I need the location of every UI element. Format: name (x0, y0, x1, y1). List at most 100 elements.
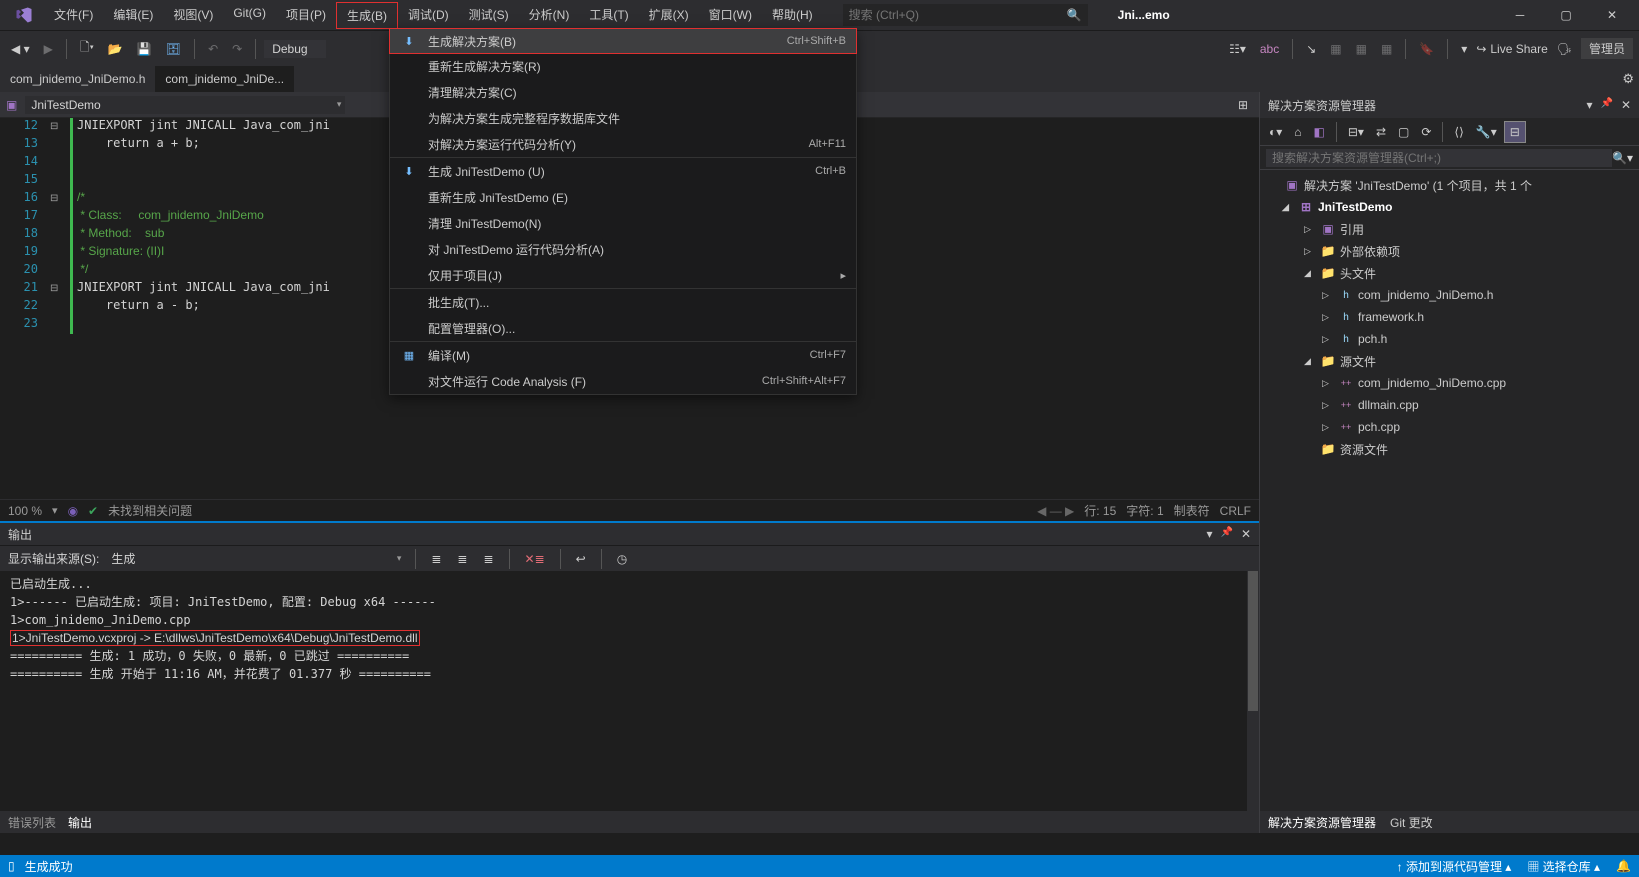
tb-icon-a[interactable]: ☷▾ (1224, 39, 1251, 59)
tb-icon-c[interactable]: ↘ (1301, 39, 1321, 59)
menu-item[interactable]: 为解决方案生成完整程序数据库文件 (390, 105, 856, 131)
side-close-icon[interactable]: ✕ (1621, 98, 1631, 112)
output-tb3[interactable]: ≣ (478, 549, 498, 569)
se-home-icon[interactable]: ⌂ (1289, 122, 1306, 142)
tree-node[interactable]: ▷hframework.h (1260, 306, 1639, 328)
solution-config[interactable]: Debug (264, 40, 325, 58)
menu-item[interactable]: ▦编译(M)Ctrl+F7 (390, 342, 856, 368)
errorlist-tab[interactable]: 错误列表 (8, 814, 56, 831)
se-wrench-icon[interactable]: 🔧▾ (1471, 122, 1502, 142)
new-icon[interactable]: 🗋▾ (75, 35, 99, 62)
split-icon[interactable]: ⊞ (1233, 95, 1253, 115)
menu-item[interactable]: 批生成(T)... (390, 289, 856, 315)
solution-tree[interactable]: ▣解决方案 'JniTestDemo' (1 个项目，共 1 个 ◢⊞JniTe… (1260, 170, 1639, 811)
menu-0[interactable]: 文件(F) (44, 2, 103, 29)
search-input[interactable] (849, 8, 1067, 22)
project-node[interactable]: ◢⊞JniTestDemo (1260, 196, 1639, 218)
clear-icon[interactable]: ✕≣ (520, 549, 550, 569)
tab-cpp[interactable]: com_jnidemo_JniDe... (155, 66, 294, 92)
tree-node[interactable]: ▷▣引用 (1260, 218, 1639, 240)
solution-root[interactable]: ▣解决方案 'JniTestDemo' (1 个项目，共 1 个 (1260, 174, 1639, 196)
menu-item[interactable]: 重新生成 JniTestDemo (E) (390, 184, 856, 210)
undo-icon[interactable]: ↶ (203, 39, 223, 59)
tab-settings-icon[interactable]: ⚙ (1617, 68, 1639, 90)
nav-fwd-icon[interactable]: ▶ (39, 39, 58, 59)
menu-item[interactable]: 配置管理器(O)... (390, 315, 856, 341)
git-tab[interactable]: Git 更改 (1390, 814, 1433, 831)
menu-item[interactable]: 重新生成解决方案(R) (390, 53, 856, 79)
scope-combo[interactable]: JniTestDemo (25, 96, 345, 114)
side-search-input[interactable] (1266, 149, 1612, 167)
menu-item[interactable]: 清理 JniTestDemo(N) (390, 210, 856, 236)
menu-3[interactable]: Git(G) (223, 2, 276, 29)
tree-node[interactable]: ▷++pch.cpp (1260, 416, 1639, 438)
feedback-icon[interactable]: 🗣 (1552, 39, 1577, 59)
se-tab[interactable]: 解决方案资源管理器 (1268, 814, 1376, 831)
nav-back-icon[interactable]: ◀ ▾ (6, 39, 35, 59)
tree-node[interactable]: ▷📁外部依赖项 (1260, 240, 1639, 262)
tree-node[interactable]: ▷hcom_jnidemo_JniDemo.h (1260, 284, 1639, 306)
side-menu-icon[interactable]: ▾ (1586, 98, 1592, 112)
menu-12[interactable]: 帮助(H) (762, 2, 823, 29)
menu-item[interactable]: ⬇生成 JniTestDemo (U)Ctrl+B (390, 158, 856, 184)
output-tab[interactable]: 输出 (68, 814, 92, 831)
zoom-label[interactable]: 100 % (8, 504, 42, 518)
output-tb2[interactable]: ≣ (452, 549, 472, 569)
tree-node[interactable]: 📁资源文件 (1260, 438, 1639, 460)
clock-icon[interactable]: ◷ (612, 549, 632, 569)
menu-11[interactable]: 窗口(W) (699, 2, 762, 29)
tree-node[interactable]: ▷++com_jnidemo_JniDemo.cpp (1260, 372, 1639, 394)
menu-item[interactable]: 清理解决方案(C) (390, 79, 856, 105)
pin-icon[interactable]: 📌 (1220, 527, 1232, 541)
minimize-button[interactable]: ─ (1497, 0, 1543, 30)
open-icon[interactable]: 📂 (103, 39, 128, 59)
wrap-icon[interactable]: ↩ (571, 549, 591, 569)
menu-item[interactable]: ⬇生成解决方案(B)Ctrl+Shift+B (389, 28, 857, 54)
tree-node[interactable]: ▷hpch.h (1260, 328, 1639, 350)
se-tb6[interactable]: ⟳ (1416, 122, 1436, 142)
tb-icon-b[interactable]: abc (1255, 39, 1284, 59)
output-source-combo[interactable]: 生成 (105, 548, 405, 569)
tree-node[interactable]: ◢📁源文件 (1260, 350, 1639, 372)
live-share-button[interactable]: ↪ Live Share (1476, 42, 1547, 56)
save-icon[interactable]: 💾 (132, 39, 157, 59)
se-tb3[interactable]: ⊟▾ (1343, 122, 1369, 142)
repo-select[interactable]: ▦ 选择仓库 ▴ (1527, 858, 1600, 875)
se-tb7[interactable]: ⟨⟩ (1449, 122, 1468, 142)
output-close-icon[interactable]: ✕ (1241, 527, 1251, 541)
menu-6[interactable]: 调试(D) (398, 2, 459, 29)
se-tb4[interactable]: ⇄ (1371, 122, 1391, 142)
menu-item[interactable]: 仅用于项目(J)▸ (390, 262, 856, 288)
se-tb2[interactable]: ◧ (1309, 122, 1330, 142)
menu-2[interactable]: 视图(V) (163, 2, 223, 29)
build-menu-dropdown[interactable]: ⬇生成解决方案(B)Ctrl+Shift+B重新生成解决方案(R)清理解决方案(… (389, 28, 857, 395)
tab-header[interactable]: com_jnidemo_JniDemo.h (0, 66, 155, 92)
maximize-button[interactable]: ▢ (1543, 0, 1589, 30)
menu-10[interactable]: 扩展(X) (639, 2, 699, 29)
menu-5[interactable]: 生成(B) (336, 2, 398, 29)
close-button[interactable]: ✕ (1589, 0, 1635, 30)
tb-icon-d[interactable]: ▦ (1325, 39, 1346, 59)
menu-item[interactable]: 对解决方案运行代码分析(Y)Alt+F11 (390, 131, 856, 157)
menu-item[interactable]: 对 JniTestDemo 运行代码分析(A) (390, 236, 856, 262)
tree-node[interactable]: ◢📁头文件 (1260, 262, 1639, 284)
menu-9[interactable]: 工具(T) (579, 2, 638, 29)
tb-icon-e[interactable]: ▦ (1351, 39, 1372, 59)
se-tb5[interactable]: ▢ (1393, 122, 1414, 142)
menu-8[interactable]: 分析(N) (519, 2, 580, 29)
notif-icon[interactable]: 🔔 (1616, 859, 1631, 873)
tb-icon-f[interactable]: ▦ (1376, 39, 1397, 59)
se-tb8[interactable]: ⊟ (1504, 121, 1526, 143)
search-bar[interactable]: 🔍 (843, 4, 1088, 26)
output-body[interactable]: 已启动生成...1>------ 已启动生成: 项目: JniTestDemo,… (0, 571, 1259, 811)
tb-icon-h[interactable]: ▾ (1456, 39, 1472, 59)
menu-item[interactable]: 对文件运行 Code Analysis (F)Ctrl+Shift+Alt+F7 (390, 368, 856, 394)
tree-node[interactable]: ▷++dllmain.cpp (1260, 394, 1639, 416)
output-tb1[interactable]: ≣ (426, 549, 446, 569)
side-pin-icon[interactable]: 📌 (1600, 98, 1612, 112)
menu-4[interactable]: 项目(P) (276, 2, 336, 29)
output-dropdown-icon[interactable]: ▾ (1206, 527, 1212, 541)
se-tb1[interactable]: ◐▾ (1264, 122, 1287, 142)
menu-7[interactable]: 测试(S) (459, 2, 519, 29)
saveall-icon[interactable]: 🗄 (161, 39, 186, 59)
